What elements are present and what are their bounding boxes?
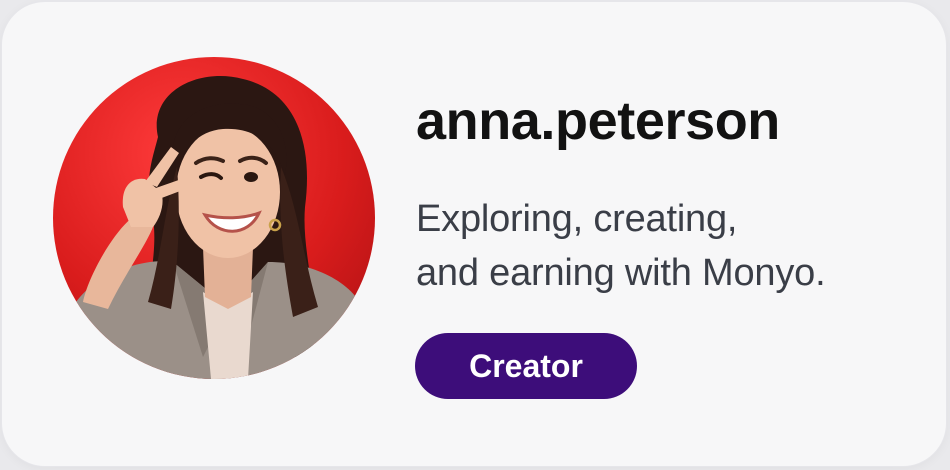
creator-badge[interactable]: Creator xyxy=(415,333,637,399)
bio-line-1: Exploring, creating, xyxy=(416,198,738,240)
bio-line-2: and earning with Monyo. xyxy=(416,252,826,294)
profile-card: anna.peterson Exploring, creating, and e… xyxy=(1,1,947,467)
profile-bio: Exploring, creating, and earning with Mo… xyxy=(416,192,826,300)
avatar-photo xyxy=(73,76,368,379)
username: anna.peterson xyxy=(416,91,780,151)
profile-avatar[interactable] xyxy=(53,57,375,379)
